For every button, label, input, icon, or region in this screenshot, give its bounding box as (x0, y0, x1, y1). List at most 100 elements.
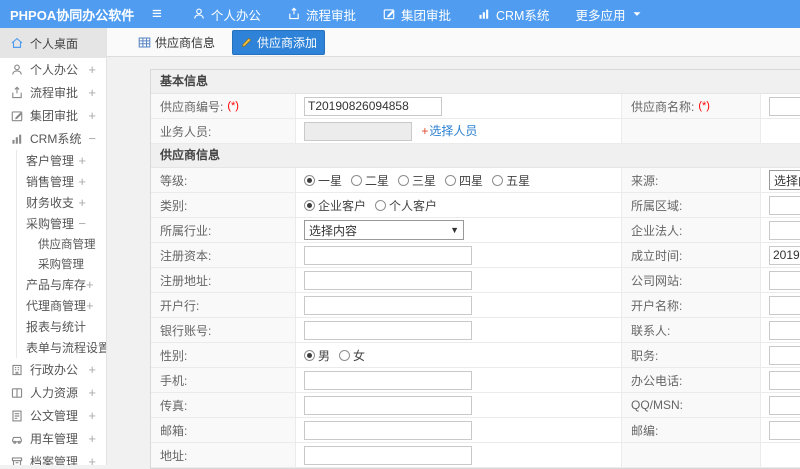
sidebar-item-label: 人力资源 (30, 386, 79, 400)
field-label-bank-branch: 开户行: (151, 293, 296, 317)
sales-person-input[interactable] (304, 121, 412, 141)
level-radio-2[interactable]: 三星 (398, 172, 436, 189)
industry-select[interactable]: 选择内容 ▼ (304, 220, 464, 240)
menu-toggle-icon[interactable]: ≡ (152, 0, 162, 28)
field-label-supplier-code: 供应商编号: (*) (151, 94, 296, 118)
level-radio-3[interactable]: 四星 (445, 172, 483, 189)
sidebar-item-reports-stats[interactable]: 报表与统计 (0, 316, 106, 337)
office-phone-input[interactable] (769, 370, 800, 390)
sidebar-item-purchase-mgmt[interactable]: 采购管理 − (0, 213, 106, 234)
expand-sign: + (88, 85, 96, 100)
sidebar-item-vehicle-mgmt[interactable]: 用车管理 + (0, 427, 106, 450)
pencil-icon (241, 37, 252, 47)
sidebar-item-archive-mgmt[interactable]: 档案管理 + (0, 450, 106, 465)
sales-person-picker-link[interactable]: +选择人员 (421, 124, 477, 138)
gender-radio-1[interactable]: 女 (339, 347, 365, 364)
sidebar-item-human-resources[interactable]: 人力资源 + (0, 381, 106, 404)
nav-item-more-apps[interactable]: 更多应用 (575, 5, 644, 24)
field-label-sales-person: 业务人员: (151, 119, 296, 143)
sidebar-item-crm-system[interactable]: CRM系统 − (0, 127, 106, 150)
expand-sign: − (78, 216, 86, 231)
gender-radio-0[interactable]: 男 (304, 347, 330, 364)
sidebar-item-label: 个人桌面 (30, 36, 79, 51)
sidebar-item-personal-office[interactable]: 个人办公 + (0, 58, 106, 81)
expand-sign: + (88, 108, 96, 123)
level-radio-1[interactable]: 二星 (351, 172, 389, 189)
sidebar-item-finance-income-expense[interactable]: 财务收支 + (0, 192, 106, 213)
field-cell: 男 女 (296, 343, 622, 367)
field-label-empty (622, 443, 761, 467)
sidebar-item-supplier-mgmt[interactable]: 供应商管理 (0, 234, 106, 254)
sidebar-item-product-inventory[interactable]: 产品与库存 + (0, 274, 106, 295)
source-select[interactable]: 选择内容 ▼ (769, 170, 800, 190)
field-cell (761, 293, 800, 317)
nav-item-personal-office[interactable]: 个人办公 (192, 5, 261, 24)
fax-input[interactable] (304, 395, 472, 415)
tab-label: 供应商信息 (155, 35, 216, 50)
nav-item-workflow-approval[interactable]: 流程审批 (287, 5, 356, 24)
registered-capital-input[interactable] (304, 245, 472, 265)
sidebar-item-label: 用车管理 (30, 432, 79, 446)
field-label-founded-date: 成立时间: (622, 243, 761, 267)
level-radio-4[interactable]: 五星 (492, 172, 530, 189)
sidebar-item-purchasing-mgmt[interactable]: 采购管理 (0, 254, 106, 274)
nav-item-label: 流程审批 (305, 8, 356, 23)
table-icon (138, 37, 151, 47)
company-website-input[interactable] (769, 270, 800, 290)
sidebar-item-personal-desktop[interactable]: 个人桌面 (0, 28, 106, 58)
sidebar-item-customer-mgmt[interactable]: 客户管理 + (0, 150, 106, 171)
nav-item-label: 集团审批 (400, 8, 451, 23)
tab-supplier-info[interactable]: 供应商信息 (131, 31, 222, 54)
field-label-industry: 所属行业: (151, 218, 296, 242)
email-input[interactable] (304, 420, 472, 440)
contact-person-input[interactable] (769, 320, 800, 340)
position-input[interactable] (769, 345, 800, 365)
sidebar-item-form-workflow-settings[interactable]: 表单与流程设置 + (0, 337, 106, 358)
sidebar-item-label: 销售管理 (26, 175, 75, 189)
sidebar-item-group-approval[interactable]: 集团审批 + (0, 104, 106, 127)
form-row: 所属行业: 选择内容 ▼ 企业法人: (151, 218, 800, 243)
required-mark: (*) (227, 100, 239, 112)
sidebar-item-agent-mgmt[interactable]: 代理商管理 + (0, 295, 106, 316)
expand-sign: + (88, 408, 96, 423)
zip-code-input[interactable] (769, 420, 800, 440)
radio-icon (445, 174, 457, 186)
expand-sign: + (88, 362, 96, 377)
category-radio-1[interactable]: 个人客户 (375, 197, 437, 214)
mobile-input[interactable] (304, 370, 472, 390)
sidebar-item-label: 采购管理 (26, 217, 75, 231)
sidebar-item-document-mgmt[interactable]: 公文管理 + (0, 404, 106, 427)
field-label-company-website: 公司网站: (622, 268, 761, 292)
address-input[interactable] (304, 445, 472, 465)
registered-address-input[interactable] (304, 270, 472, 290)
level-radio-0[interactable]: 一星 (304, 172, 342, 189)
form-area: 基本信息 供应商编号:(*) 供应商名称:(*) 业务人员: +选择人员 供应商… (107, 57, 800, 469)
sidebar-item-admin-office[interactable]: 行政办公 + (0, 358, 106, 381)
region-input[interactable] (769, 195, 800, 215)
field-label-category: 类别: (151, 193, 296, 217)
bank-branch-input[interactable] (304, 295, 472, 315)
app-logo: PHPOA协同办公软件 (10, 7, 135, 23)
sidebar-item-workflow-approval[interactable]: 流程审批 + (0, 81, 106, 104)
founded-date-input[interactable] (769, 245, 800, 265)
account-name-input[interactable] (769, 295, 800, 315)
sidebar-item-label: 客户管理 (26, 154, 75, 168)
sidebar-item-sales-mgmt[interactable]: 销售管理 + (0, 171, 106, 192)
supplier-code-input[interactable] (304, 96, 442, 116)
tab-supplier-add[interactable]: 供应商添加 (232, 29, 326, 55)
legal-person-input[interactable] (769, 220, 800, 240)
bank-account-input[interactable] (304, 320, 472, 340)
expand-sign: + (86, 277, 94, 292)
supplier-name-input[interactable] (769, 96, 800, 116)
qq-msn-input[interactable] (769, 395, 800, 415)
radio-icon (304, 199, 315, 211)
field-cell: 一星 二星 三星 四星 五星 (296, 168, 622, 192)
category-radio-0[interactable]: 企业客户 (304, 197, 366, 214)
expand-sign: + (88, 431, 96, 446)
supplier-add-form: 基本信息 供应商编号:(*) 供应商名称:(*) 业务人员: +选择人员 供应商… (150, 69, 800, 469)
field-label-zip-code: 邮编: (622, 418, 761, 442)
section-header: 基本信息 (151, 70, 800, 94)
field-cell (296, 268, 622, 292)
nav-item-group-approval[interactable]: 集团审批 (382, 5, 451, 24)
nav-item-crm-system[interactable]: CRM系统 (477, 5, 549, 24)
